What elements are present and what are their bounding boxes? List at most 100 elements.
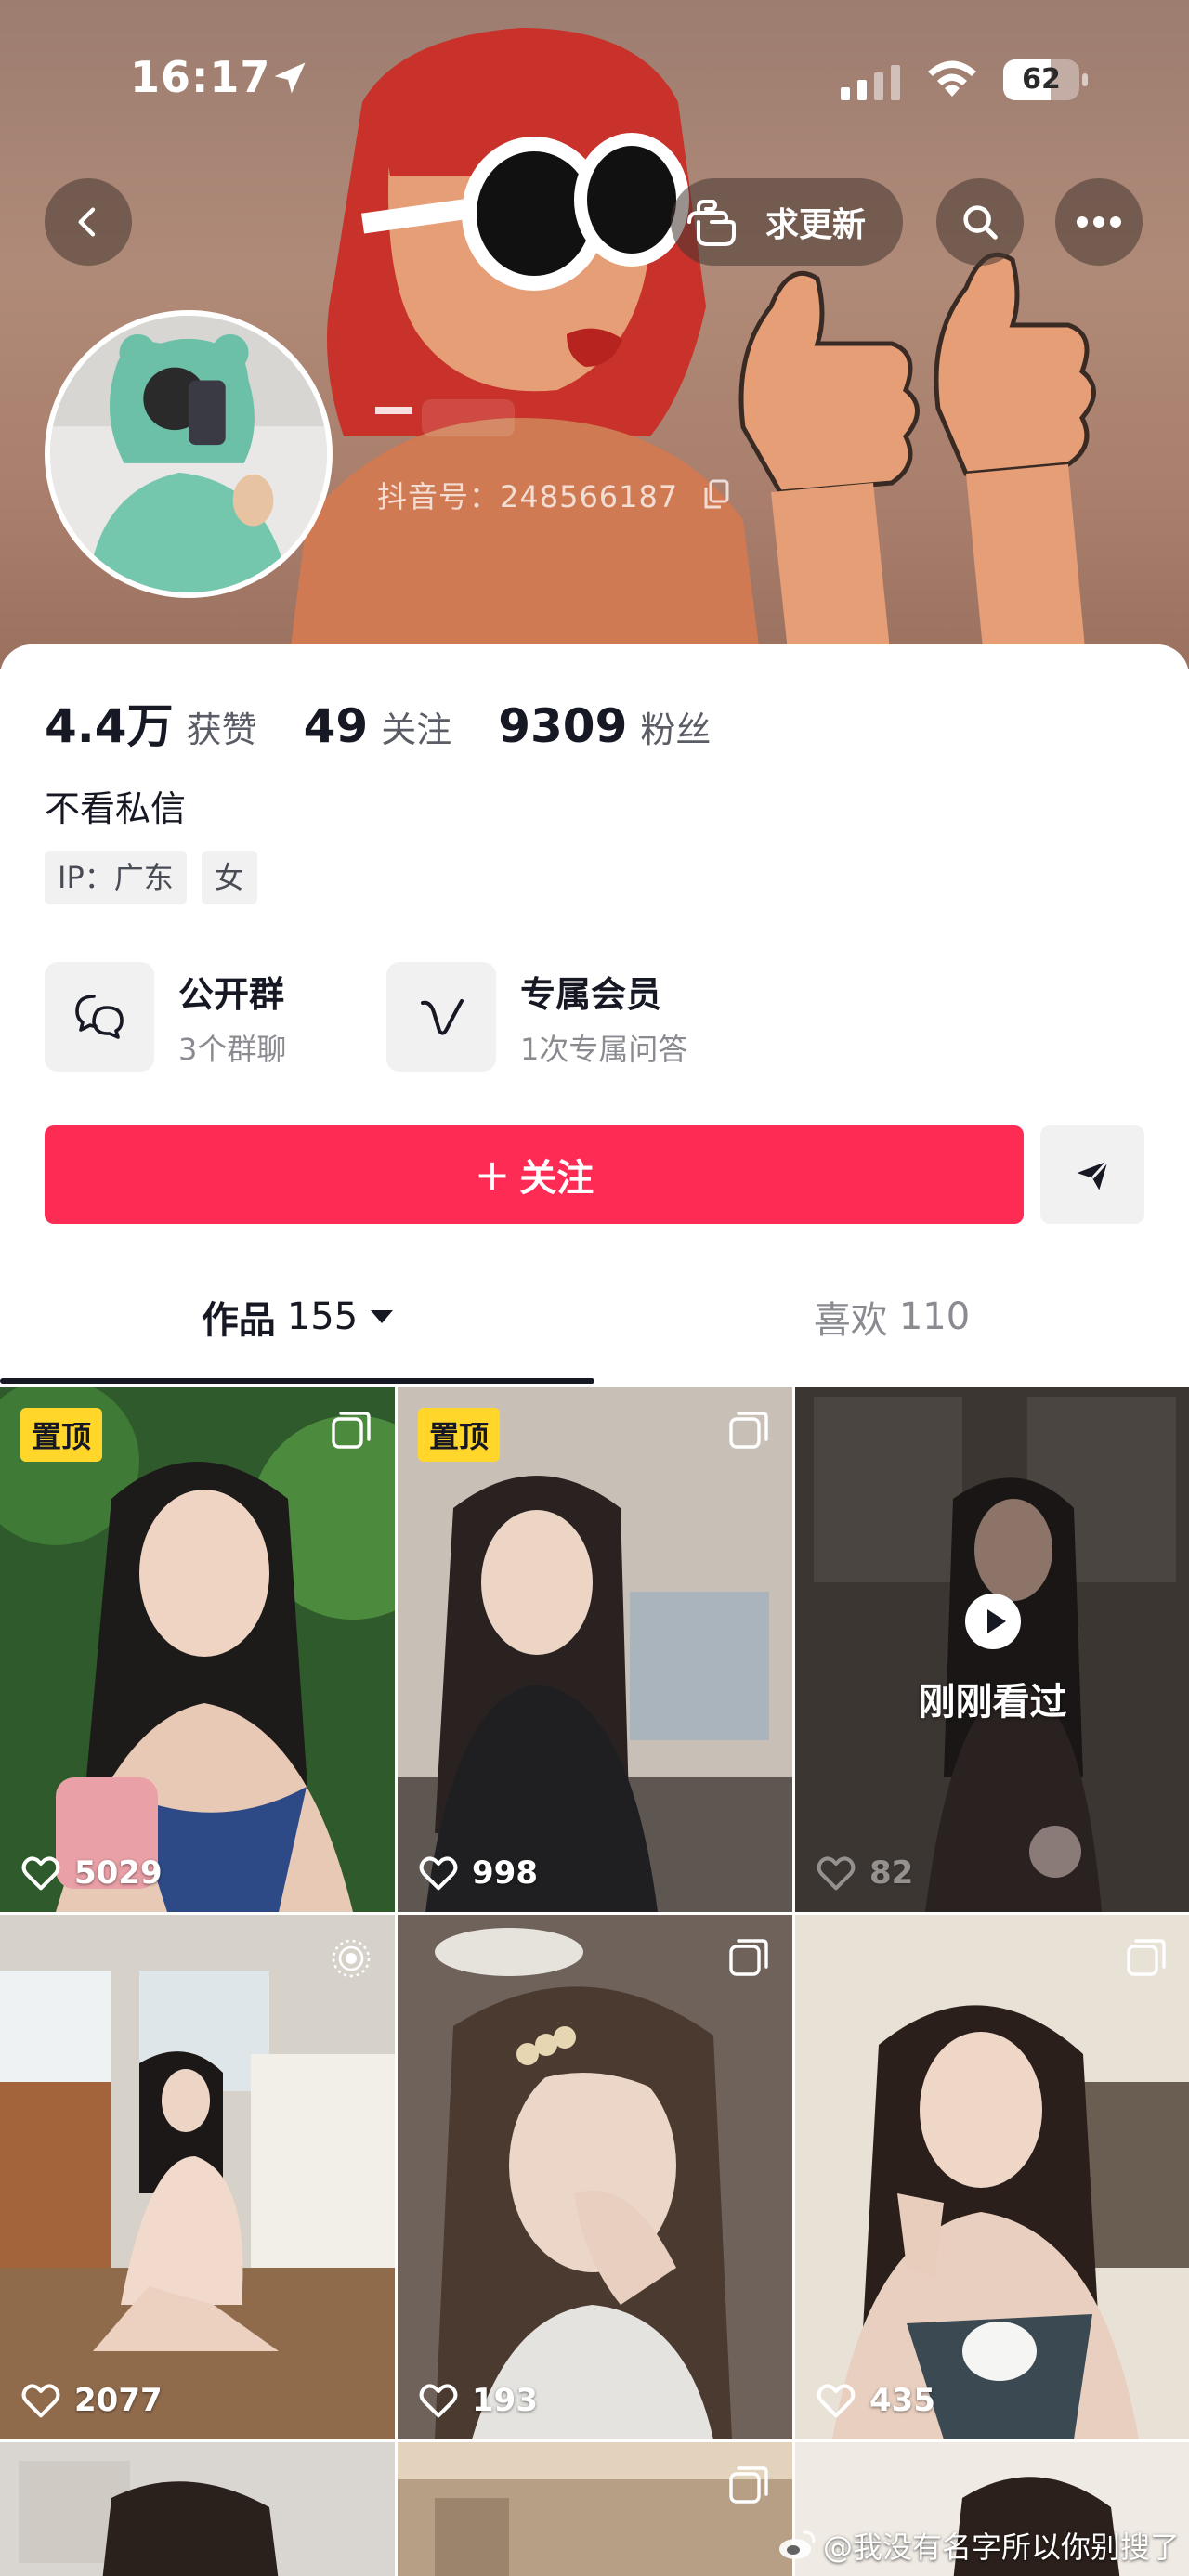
watermark-text: @我没有名字所以你别搜了 [822, 2530, 1180, 2565]
stat-followers[interactable]: 9309 粉丝 [498, 699, 711, 753]
live-photo-icon [332, 1939, 371, 1978]
request-update-button[interactable]: 求更新 [671, 178, 903, 266]
follow-button[interactable]: + 关注 [45, 1125, 1024, 1224]
video-thumbnail [795, 1915, 1189, 2439]
profile-avatar[interactable] [45, 310, 333, 598]
request-update-label: 求更新 [765, 206, 867, 244]
video-thumbnail [398, 2442, 792, 2576]
video-thumbnail [398, 1915, 792, 2439]
paper-plane-icon [1077, 1160, 1109, 1190]
video-thumbnail [398, 1387, 792, 1912]
multi-image-icon [729, 1412, 768, 1449]
tab-label: 喜欢 [813, 1299, 888, 1342]
status-bar: 16:17 62 [0, 0, 1189, 158]
stat-label: 关注 [381, 709, 452, 750]
heart-icon [817, 2384, 856, 2418]
multi-image-icon [729, 1939, 768, 1976]
stat-value: 9309 [498, 699, 628, 753]
tab-works[interactable]: 作品 155 [0, 1248, 594, 1386]
back-button[interactable] [45, 178, 132, 266]
video-tile[interactable]: 435 [795, 1915, 1189, 2439]
pinned-badge: 置顶 [20, 1408, 103, 1462]
tab-count: 110 [898, 1295, 971, 1338]
cellular-signal-icon [841, 65, 900, 100]
feature-title: 公开群 [178, 973, 285, 1015]
tab-count: 155 [286, 1295, 359, 1338]
video-thumbnail [0, 1915, 395, 2439]
like-count-row: 82 [816, 1854, 913, 1892]
heart-icon [419, 1856, 458, 1891]
like-count: 82 [869, 1854, 914, 1892]
video-thumbnail [0, 2442, 395, 2576]
exclusive-member-entry[interactable]: 专属会员 1次专属问答 [386, 962, 687, 1072]
share-button[interactable] [1040, 1125, 1144, 1224]
tab-likes[interactable]: 喜欢 110 [594, 1248, 1189, 1386]
feature-subtitle: 3个群聊 [178, 1031, 287, 1067]
like-count-row: 435 [816, 2382, 935, 2419]
heart-icon [21, 1856, 60, 1891]
public-group-entry[interactable]: 公开群 3个群聊 [45, 962, 286, 1072]
feature-subtitle: 1次专属问答 [520, 1031, 688, 1067]
more-button[interactable] [1055, 178, 1143, 266]
recently-watched-label: 刚刚看过 [918, 1681, 1067, 1724]
heart-icon [419, 2384, 458, 2418]
feature-icon-box [45, 962, 154, 1072]
video-tile[interactable] [398, 2442, 792, 2576]
video-tile[interactable]: 置顶 998 [398, 1387, 792, 1912]
gender-tag: 女 [201, 851, 257, 904]
stat-value: 4.4万 [45, 699, 174, 753]
like-count: 998 [472, 1854, 538, 1892]
ip-location-tag: IP：广东 [45, 851, 187, 904]
profile-tags: IP：广东 女 [45, 851, 272, 904]
like-count: 2077 [74, 2382, 163, 2419]
stat-value: 49 [303, 699, 369, 753]
weibo-watermark: @我没有名字所以你别搜了 [777, 2524, 1180, 2567]
stat-label: 粉丝 [640, 709, 712, 750]
stat-likes[interactable]: 4.4万 获赞 [45, 689, 257, 756]
multi-image-icon [332, 1412, 371, 1449]
multi-image-icon [729, 2466, 768, 2504]
like-count-row: 193 [418, 2382, 538, 2419]
like-count-row: 2077 [20, 2382, 163, 2419]
search-button[interactable] [936, 178, 1024, 266]
stat-label: 获赞 [186, 709, 257, 750]
wifi-icon [928, 60, 976, 97]
profile-bio: 不看私信 [45, 788, 187, 829]
pointing-hand-icon [687, 200, 736, 246]
like-count: 5029 [74, 1854, 163, 1892]
chevron-left-icon [78, 207, 96, 237]
like-count: 193 [472, 2382, 538, 2419]
tab-label: 作品 [201, 1299, 276, 1342]
status-time: 16:17 [130, 52, 271, 102]
follow-label: 关注 [519, 1157, 594, 1200]
plus-icon: + [474, 1150, 511, 1200]
douyin-id: 抖音号：248566187 [377, 479, 679, 514]
video-tile[interactable]: 193 [398, 1915, 792, 2439]
stat-following[interactable]: 49 关注 [304, 699, 452, 753]
multi-image-icon [1127, 1939, 1166, 1976]
location-arrow-icon [274, 62, 306, 94]
heart-icon [817, 1856, 856, 1891]
nickname-blurred [375, 399, 515, 436]
heart-icon [21, 2384, 60, 2418]
pinned-badge: 置顶 [418, 1408, 501, 1462]
video-tile[interactable]: 2077 [0, 1915, 395, 2439]
recently-watched-overlay: 刚刚看过 [795, 1592, 1189, 1725]
video-tile[interactable] [0, 2442, 395, 2576]
v-badge-icon [421, 999, 464, 1035]
video-thumbnail [0, 1387, 395, 1912]
like-count-row: 5029 [20, 1854, 163, 1892]
feature-icon-box [386, 962, 496, 1072]
more-dots-icon [1077, 216, 1121, 228]
profile-tabs: 作品 155 喜欢 110 [0, 1248, 1189, 1386]
profile-stats: 4.4万 获赞 49 关注 9309 粉丝 [45, 689, 757, 756]
weibo-logo-icon [778, 2530, 816, 2559]
search-icon [963, 205, 998, 240]
play-icon [964, 1594, 1021, 1649]
active-tab-indicator [0, 1378, 594, 1384]
video-tile[interactable]: 置顶 5029 [0, 1387, 395, 1912]
like-count-row: 998 [418, 1854, 538, 1892]
copy-icon[interactable] [702, 479, 730, 511]
video-tile[interactable]: 刚刚看过 82 [795, 1387, 1189, 1912]
battery-indicator: 62 [1003, 59, 1089, 100]
